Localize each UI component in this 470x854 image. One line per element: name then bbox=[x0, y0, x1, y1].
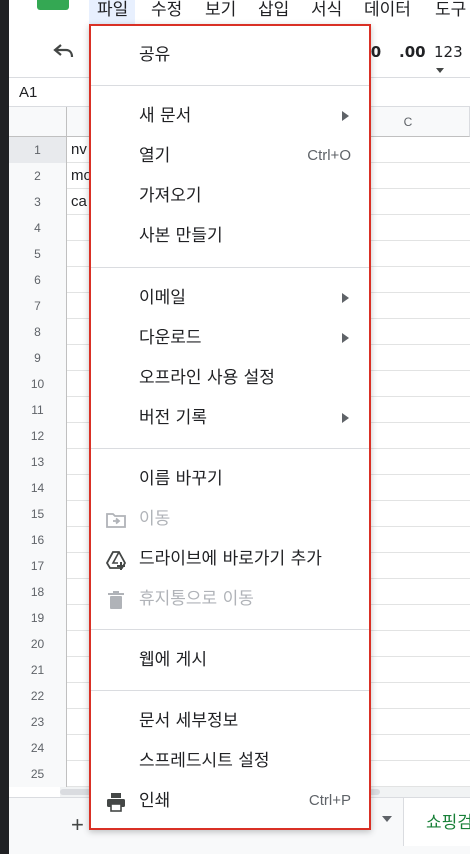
menu-item-label: 문서 세부정보 bbox=[139, 711, 239, 731]
row-number[interactable]: 7 bbox=[9, 293, 67, 319]
left-edge-strip bbox=[0, 0, 9, 854]
menu-item-label: 오프라인 사용 설정 bbox=[139, 368, 275, 388]
sheets-logo-icon[interactable] bbox=[37, 0, 69, 10]
row-number[interactable]: 11 bbox=[9, 397, 67, 423]
drive-add-shortcut-icon bbox=[105, 549, 127, 571]
print-icon bbox=[105, 791, 127, 813]
menu-item-label: 휴지통으로 이동 bbox=[139, 589, 254, 609]
row-number[interactable]: 18 bbox=[9, 579, 67, 605]
menu-item-move: 이동 bbox=[91, 502, 369, 536]
menu-item-label: 스프레드시트 설정 bbox=[139, 751, 270, 771]
menu-item-print[interactable]: 인쇄 Ctrl+P bbox=[91, 784, 369, 818]
menu-item-make-copy[interactable]: 사본 만들기 bbox=[91, 219, 369, 253]
menu-divider bbox=[91, 690, 369, 691]
number-format-label: 123 bbox=[434, 43, 463, 61]
menu-item-email[interactable]: 이메일 bbox=[91, 281, 369, 315]
menu-item-share[interactable]: 공유 bbox=[91, 38, 369, 72]
row-number[interactable]: 3 bbox=[9, 189, 67, 215]
menu-item-label: 이동 bbox=[139, 509, 171, 529]
menu-item-offline[interactable]: 오프라인 사용 설정 bbox=[91, 361, 369, 395]
chevron-down-icon bbox=[436, 68, 444, 73]
submenu-arrow-icon bbox=[342, 413, 349, 423]
menu-item-version-history[interactable]: 버전 기록 bbox=[91, 401, 369, 435]
row-number[interactable]: 9 bbox=[9, 345, 67, 371]
row-number[interactable]: 25 bbox=[9, 761, 67, 787]
row-number[interactable]: 24 bbox=[9, 735, 67, 761]
row-number[interactable]: 15 bbox=[9, 501, 67, 527]
menu-item-new[interactable]: 새 문서 bbox=[91, 99, 369, 133]
menu-item-shortcut: Ctrl+O bbox=[307, 147, 351, 164]
row-number[interactable]: 10 bbox=[9, 371, 67, 397]
select-all-corner[interactable] bbox=[9, 107, 67, 137]
menu-item-shortcut: Ctrl+P bbox=[308, 792, 351, 809]
menu-divider bbox=[91, 629, 369, 630]
menu-item-label: 버전 기록 bbox=[139, 408, 207, 428]
number-format-button[interactable]: 123 bbox=[434, 43, 470, 79]
menu-item-label: 이름 바꾸기 bbox=[139, 469, 223, 489]
row-number[interactable]: 23 bbox=[9, 709, 67, 735]
submenu-arrow-icon bbox=[342, 333, 349, 343]
menu-item-open[interactable]: 열기 Ctrl+O bbox=[91, 139, 369, 173]
menu-item-trash: 휴지통으로 이동 bbox=[91, 582, 369, 616]
menu-format[interactable]: 서식 bbox=[311, 0, 342, 24]
row-number[interactable]: 20 bbox=[9, 631, 67, 657]
menu-file[interactable]: 파일 bbox=[89, 0, 135, 24]
app-window: 파일 수정 보기 삽입 서식 데이터 도구 .0 .00 123 A1 C 1n… bbox=[0, 0, 470, 854]
menu-item-add-shortcut[interactable]: 드라이브에 바로가기 추가 bbox=[91, 542, 369, 576]
menu-item-label: 가져오기 bbox=[139, 186, 202, 206]
menu-item-label: 드라이브에 바로가기 추가 bbox=[139, 549, 322, 569]
menu-item-download[interactable]: 다운로드 bbox=[91, 321, 369, 355]
row-number[interactable]: 14 bbox=[9, 475, 67, 501]
menu-insert[interactable]: 삽입 bbox=[258, 0, 289, 24]
menu-item-rename[interactable]: 이름 바꾸기 bbox=[91, 462, 369, 496]
row-number[interactable]: 17 bbox=[9, 553, 67, 579]
menu-item-label: 다운로드 bbox=[139, 328, 202, 348]
move-folder-icon bbox=[105, 509, 127, 531]
row-number[interactable]: 2 bbox=[9, 163, 67, 189]
menu-item-import[interactable]: 가져오기 bbox=[91, 179, 369, 213]
row-number[interactable]: 6 bbox=[9, 267, 67, 293]
menu-item-label: 웹에 게시 bbox=[139, 650, 207, 670]
file-menu-dropdown: 공유 새 문서 열기 Ctrl+O 가져오기 사본 만들기 이메일 다운로드 오… bbox=[89, 24, 371, 830]
submenu-arrow-icon bbox=[342, 293, 349, 303]
menu-divider bbox=[91, 267, 369, 268]
menu-item-publish-web[interactable]: 웹에 게시 bbox=[91, 643, 369, 677]
menu-divider bbox=[91, 448, 369, 449]
menu-item-label: 공유 bbox=[139, 45, 171, 65]
row-number[interactable]: 21 bbox=[9, 657, 67, 683]
undo-icon[interactable] bbox=[53, 42, 75, 64]
row-number[interactable]: 13 bbox=[9, 449, 67, 475]
row-number[interactable]: 8 bbox=[9, 319, 67, 345]
row-number[interactable]: 16 bbox=[9, 527, 67, 553]
sheet-tab[interactable]: 쇼핑검 bbox=[403, 798, 470, 846]
menu-item-spreadsheet-settings[interactable]: 스프레드시트 설정 bbox=[91, 744, 369, 778]
row-number[interactable]: 4 bbox=[9, 215, 67, 241]
add-sheet-button[interactable]: + bbox=[71, 812, 84, 838]
menu-item-label: 인쇄 bbox=[139, 791, 171, 811]
name-box[interactable]: A1 bbox=[19, 84, 37, 101]
menu-view[interactable]: 보기 bbox=[205, 0, 236, 24]
menu-tools[interactable]: 도구 bbox=[435, 0, 466, 24]
menu-item-label: 이메일 bbox=[139, 288, 186, 308]
menu-item-label: 열기 bbox=[139, 146, 171, 166]
row-number[interactable]: 5 bbox=[9, 241, 67, 267]
menu-data[interactable]: 데이터 bbox=[364, 0, 411, 24]
row-number[interactable]: 22 bbox=[9, 683, 67, 709]
menu-item-label: 새 문서 bbox=[139, 106, 192, 126]
menu-divider bbox=[91, 85, 369, 86]
menu-item-label: 사본 만들기 bbox=[139, 226, 223, 246]
increase-decimal-button[interactable]: .00 bbox=[399, 43, 426, 61]
row-number[interactable]: 12 bbox=[9, 423, 67, 449]
sheet-menu-chevron-icon[interactable] bbox=[382, 816, 392, 822]
menu-edit[interactable]: 수정 bbox=[151, 0, 182, 24]
submenu-arrow-icon bbox=[342, 111, 349, 121]
trash-icon bbox=[105, 589, 127, 611]
menu-item-document-details[interactable]: 문서 세부정보 bbox=[91, 704, 369, 738]
row-number[interactable]: 1 bbox=[9, 137, 67, 163]
row-number[interactable]: 19 bbox=[9, 605, 67, 631]
